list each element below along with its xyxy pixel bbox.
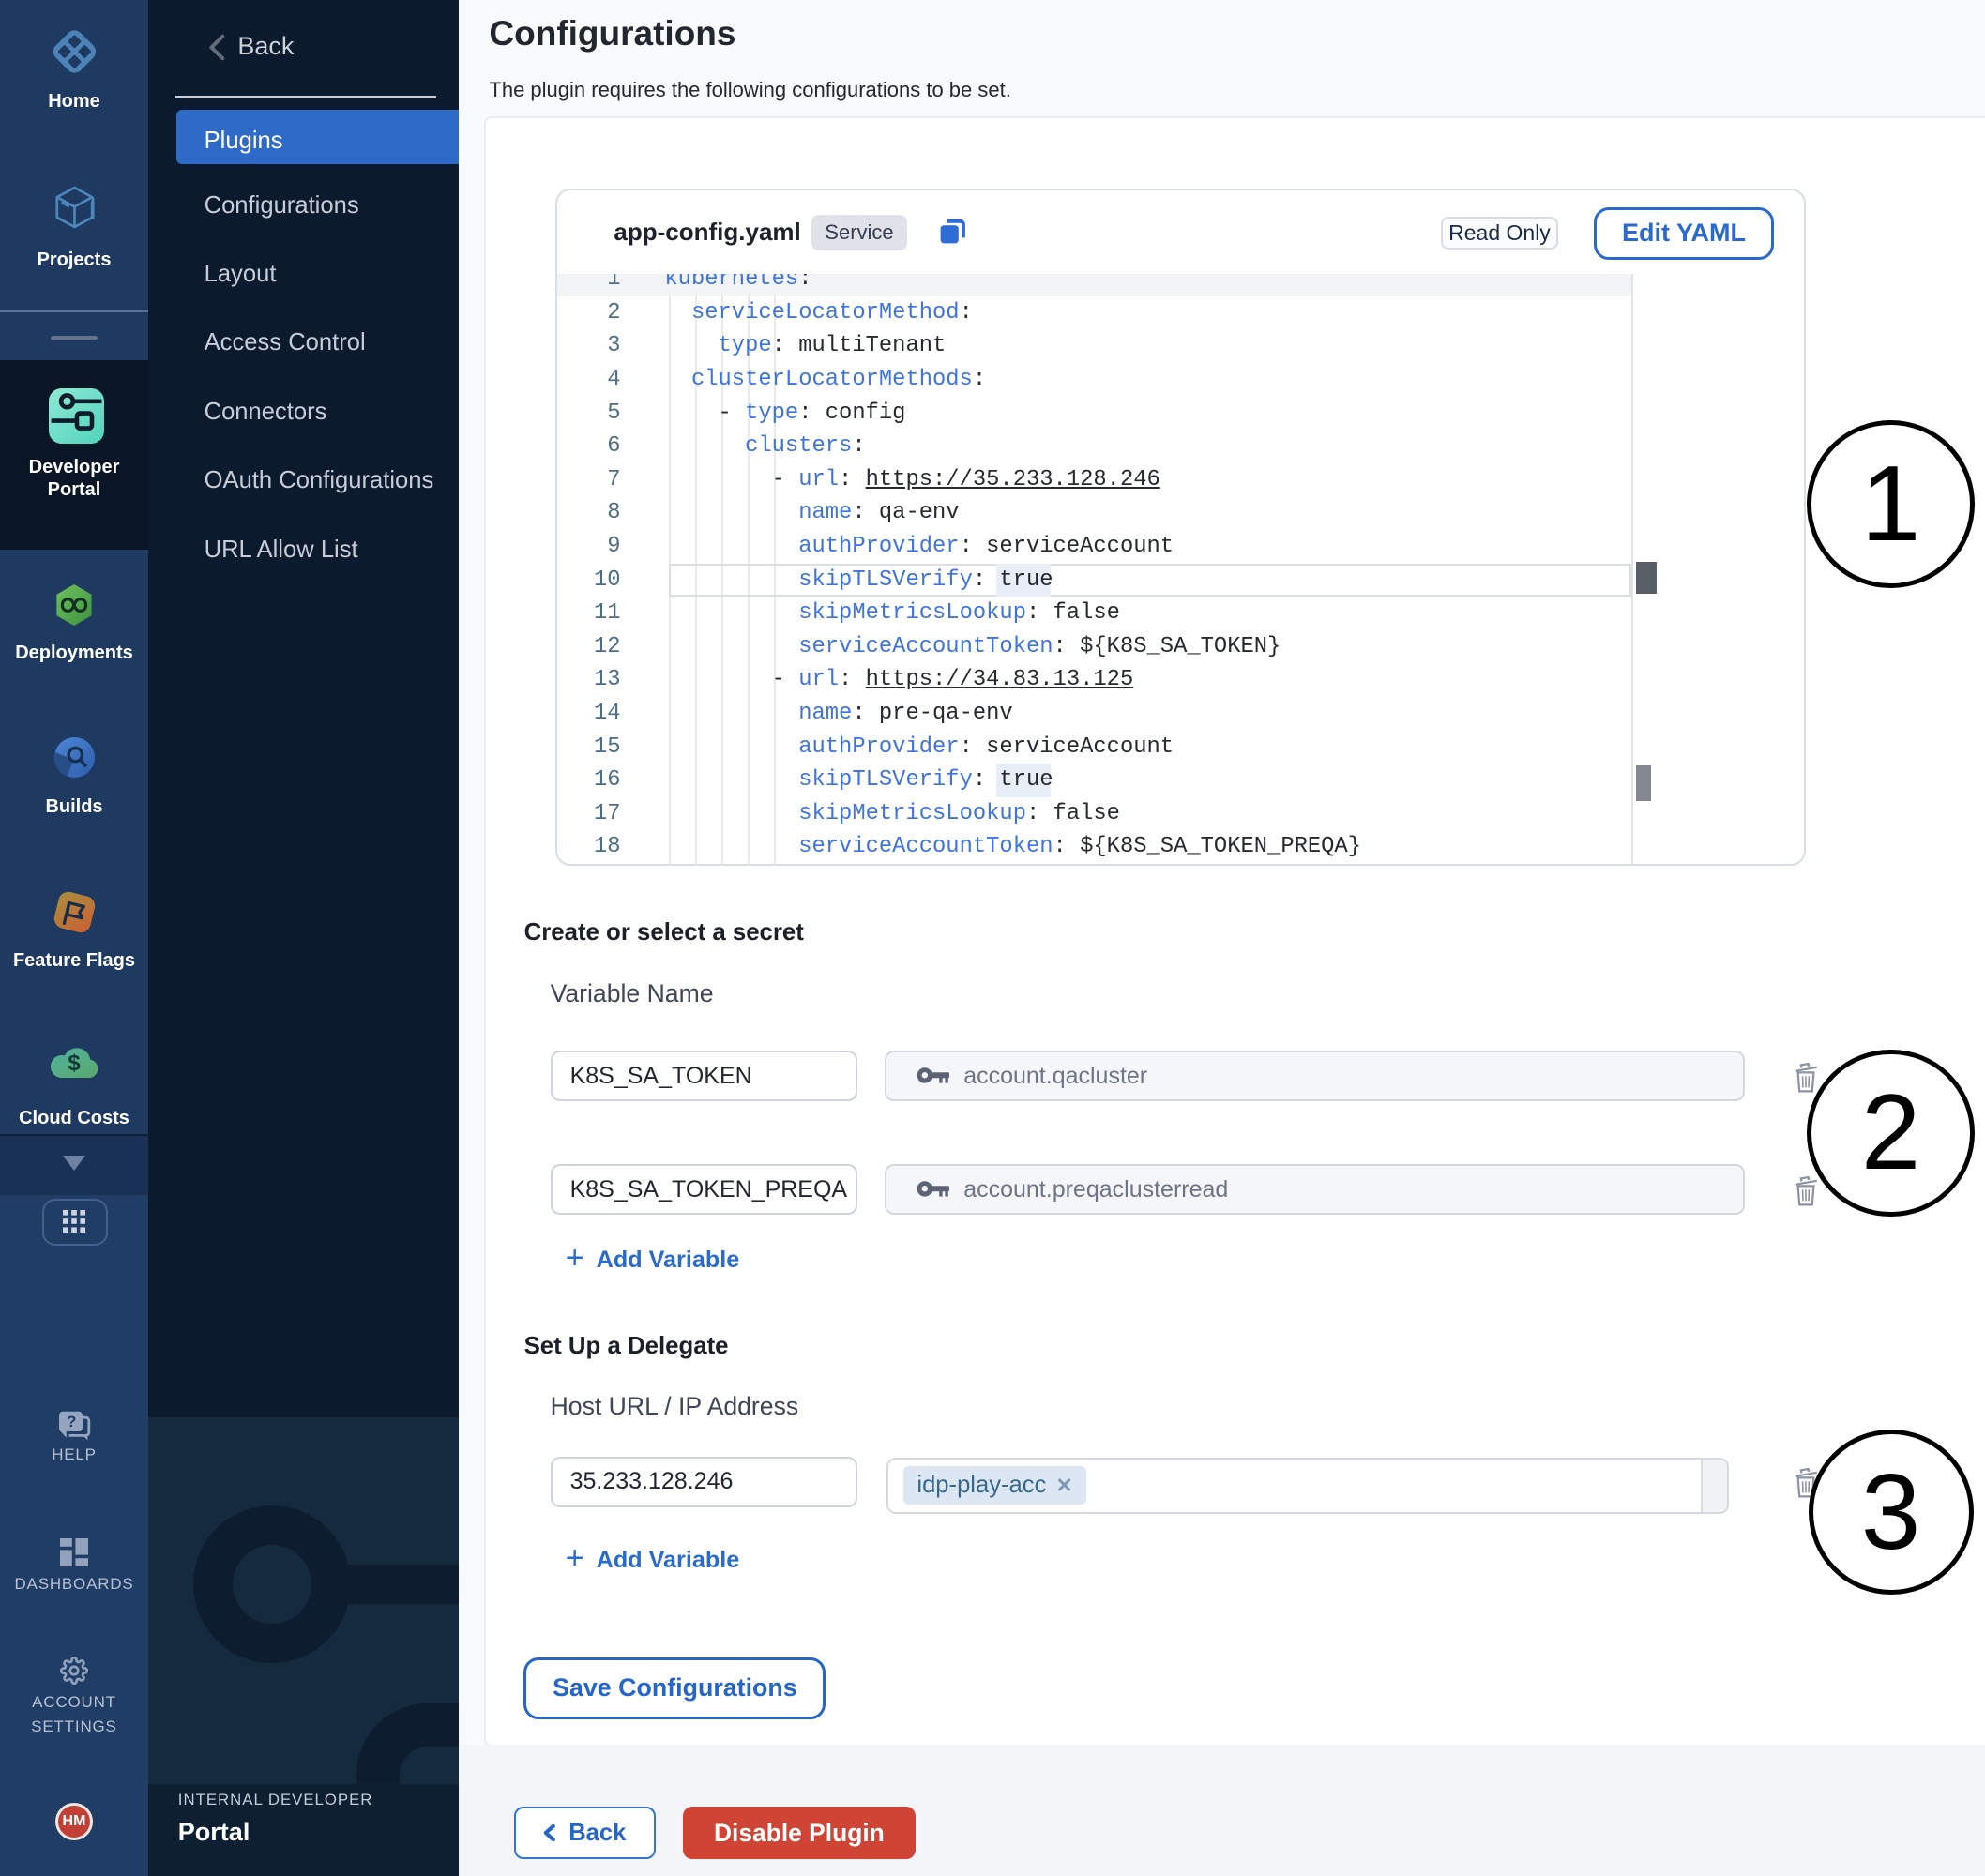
svg-text:?: ? <box>67 1413 76 1430</box>
svg-text:$: $ <box>68 1051 81 1076</box>
